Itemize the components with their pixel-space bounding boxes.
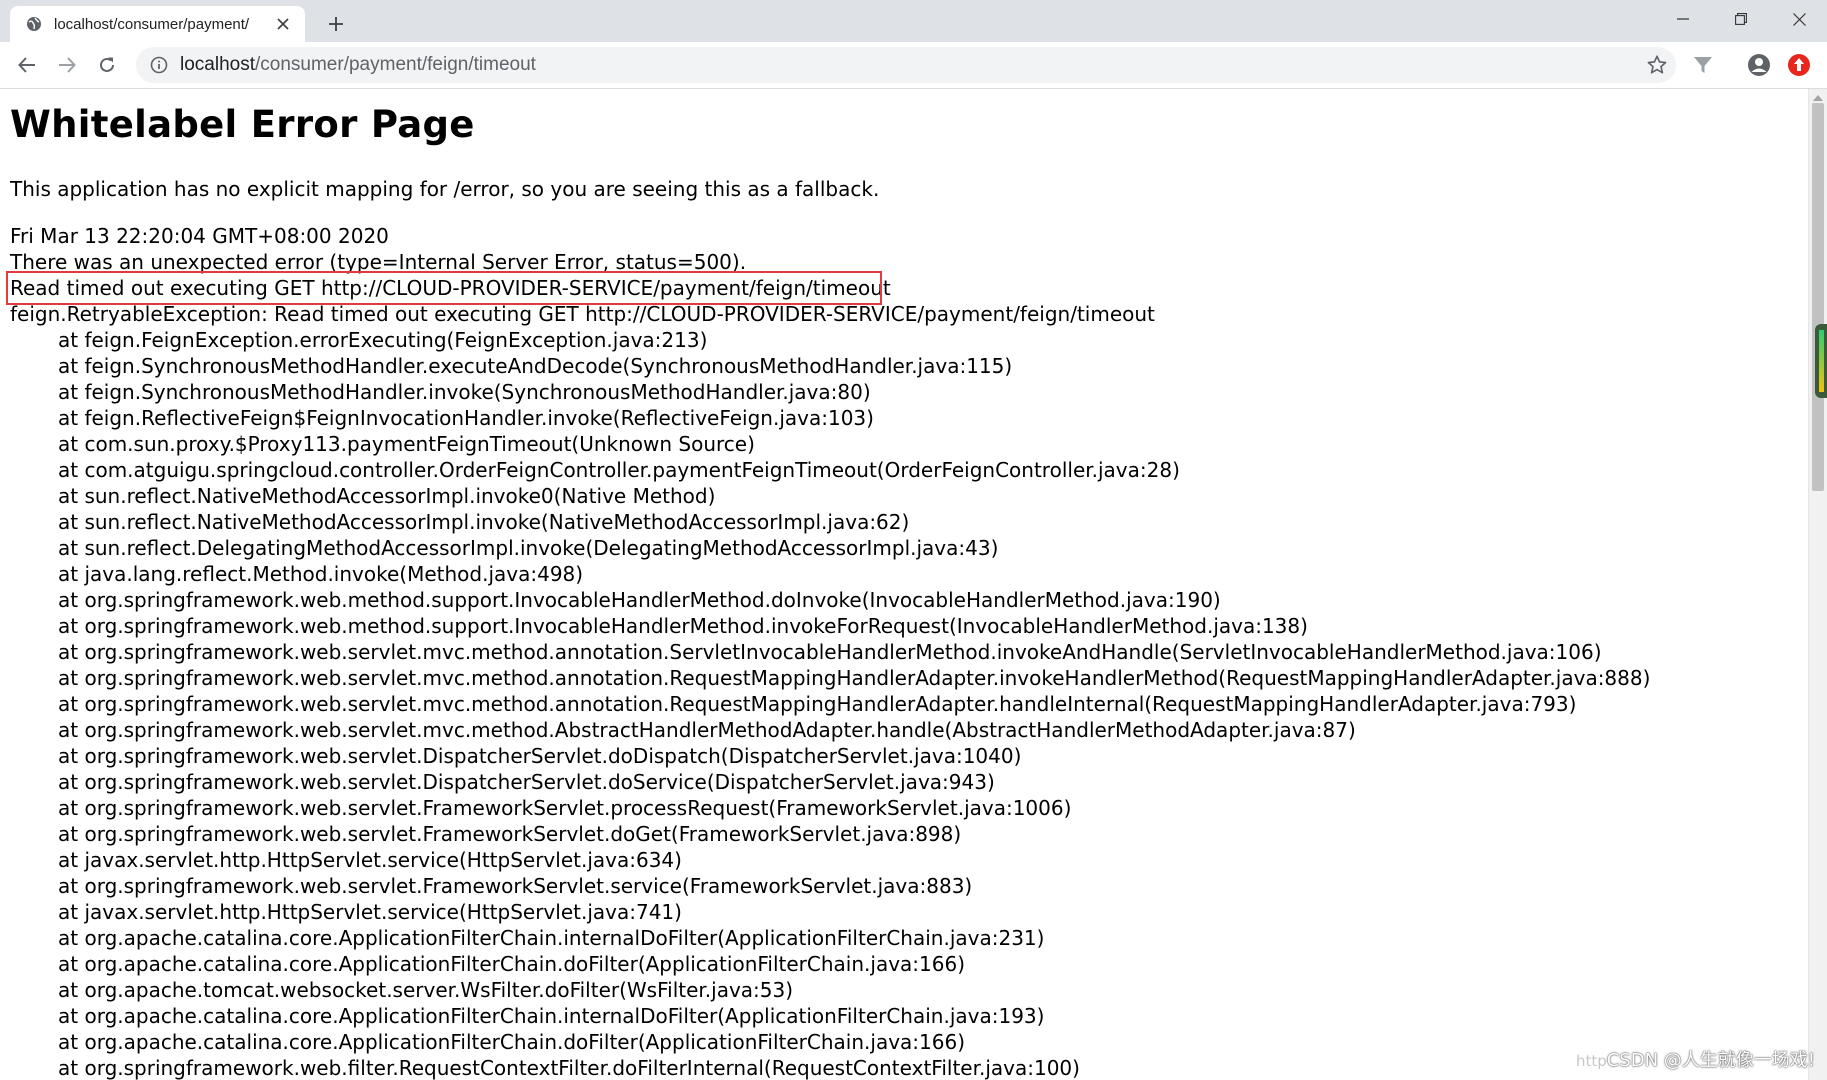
stack-frame: at org.springframework.web.servlet.mvc.m…	[58, 640, 1602, 664]
highlight-annotation-box	[6, 271, 882, 305]
stack-frame: at sun.reflect.NativeMethodAccessorImpl.…	[58, 510, 910, 534]
info-icon[interactable]	[150, 56, 168, 74]
reload-icon	[100, 57, 114, 72]
stack-frame: at org.apache.tomcat.websocket.server.Ws…	[58, 978, 794, 1002]
error-details: Fri Mar 13 22:20:04 GMT+08:00 2020 There…	[10, 223, 1650, 1080]
stack-frame: at org.springframework.web.filter.Reques…	[58, 1056, 1080, 1080]
stack-frame: at feign.ReflectiveFeign$FeignInvocation…	[58, 406, 874, 430]
new-tab-button[interactable]	[322, 10, 350, 38]
address-bar[interactable]: localhost/consumer/payment/feign/timeout	[136, 47, 1676, 83]
stack-frame: at java.lang.reflect.Method.invoke(Metho…	[58, 562, 584, 586]
browser-toolbar: localhost/consumer/payment/feign/timeout	[0, 42, 1827, 89]
page-title: Whitelabel Error Page	[10, 103, 475, 146]
account-icon	[1748, 54, 1770, 76]
scroll-thumb[interactable]	[1812, 103, 1824, 491]
restore-icon	[1735, 13, 1747, 25]
tab-close-icon[interactable]	[273, 14, 293, 34]
stack-trace: at feign.FeignException.errorExecuting(F…	[10, 327, 1650, 1080]
minimize-icon	[1677, 18, 1689, 20]
back-button[interactable]	[12, 50, 42, 80]
stack-frame: at org.apache.catalina.core.ApplicationF…	[58, 952, 966, 976]
scroll-up-arrow-icon[interactable]	[1813, 95, 1823, 101]
update-alert-icon	[1788, 54, 1810, 76]
url-path: /consumer/payment/feign/timeout	[255, 54, 536, 75]
url-host: localhost	[180, 54, 255, 75]
browser-tab[interactable]: localhost/consumer/payment/	[10, 6, 305, 42]
stack-frame: at org.springframework.web.servlet.Frame…	[58, 822, 962, 846]
arrow-right-icon	[59, 57, 76, 73]
url-text[interactable]: localhost/consumer/payment/feign/timeout	[180, 54, 536, 76]
tab-title: localhost/consumer/payment/	[54, 15, 250, 33]
reload-button[interactable]	[92, 50, 122, 80]
stack-frame: at javax.servlet.http.HttpServlet.servic…	[58, 848, 682, 872]
stack-frame: at org.apache.catalina.core.ApplicationF…	[58, 926, 1045, 950]
restore-button[interactable]	[1712, 0, 1770, 38]
close-icon	[1792, 12, 1806, 26]
funnel-icon	[1694, 57, 1712, 73]
watermark-prefix: http	[1575, 1052, 1607, 1070]
stack-frame: at feign.SynchronousMethodHandler.execut…	[58, 354, 1013, 378]
stack-frame: at org.springframework.web.servlet.mvc.m…	[58, 718, 1356, 742]
stack-frame: at sun.reflect.NativeMethodAccessorImpl.…	[58, 484, 716, 508]
stack-frame: at sun.reflect.DelegatingMethodAccessorI…	[58, 536, 999, 560]
tab-strip: localhost/consumer/payment/	[0, 0, 1827, 42]
stack-frame: at org.apache.catalina.core.ApplicationF…	[58, 1030, 966, 1054]
extension-button[interactable]	[1690, 52, 1716, 78]
vertical-scrollbar[interactable]	[1808, 89, 1827, 1080]
stack-frame: at org.springframework.web.servlet.Dispa…	[58, 744, 1022, 768]
level-meter-icon	[1819, 330, 1824, 392]
forward-button[interactable]	[52, 50, 82, 80]
close-window-button[interactable]	[1770, 0, 1827, 38]
stack-frame: at org.springframework.web.servlet.Dispa…	[58, 770, 995, 794]
page-content: Whitelabel Error Page This application h…	[0, 89, 1808, 1080]
update-button[interactable]	[1786, 52, 1812, 78]
stack-frame: at feign.FeignException.errorExecuting(F…	[58, 328, 708, 352]
stack-frame: at org.springframework.web.servlet.mvc.m…	[58, 666, 1651, 690]
stack-frame: at org.springframework.web.servlet.mvc.m…	[58, 692, 1577, 716]
stack-frame: at org.springframework.web.servlet.Frame…	[58, 874, 973, 898]
plus-icon	[329, 17, 343, 31]
side-widget[interactable]	[1815, 324, 1827, 398]
star-icon[interactable]	[1646, 54, 1668, 76]
stack-frame: at org.springframework.web.method.suppor…	[58, 614, 1308, 638]
globe-icon	[27, 17, 41, 31]
watermark-text: CSDN @人生就像一场戏!	[1606, 1050, 1815, 1071]
profile-button[interactable]	[1746, 52, 1772, 78]
stack-frame: at com.sun.proxy.$Proxy113.paymentFeignT…	[58, 432, 755, 456]
watermark: httpCSDN @人生就像一场戏!	[1576, 1046, 1815, 1072]
stack-frame: at javax.servlet.http.HttpServlet.servic…	[58, 900, 682, 924]
error-timestamp: Fri Mar 13 22:20:04 GMT+08:00 2020	[10, 224, 389, 248]
arrow-left-icon	[18, 57, 35, 73]
minimize-button[interactable]	[1654, 0, 1712, 38]
stack-frame: at org.springframework.web.method.suppor…	[58, 588, 1221, 612]
stack-frame: at org.springframework.web.servlet.Frame…	[58, 796, 1072, 820]
stack-frame: at com.atguigu.springcloud.controller.Or…	[58, 458, 1180, 482]
stack-frame: at org.apache.catalina.core.ApplicationF…	[58, 1004, 1045, 1028]
fallback-message: This application has no explicit mapping…	[10, 177, 880, 201]
stack-frame: at feign.SynchronousMethodHandler.invoke…	[58, 380, 871, 404]
